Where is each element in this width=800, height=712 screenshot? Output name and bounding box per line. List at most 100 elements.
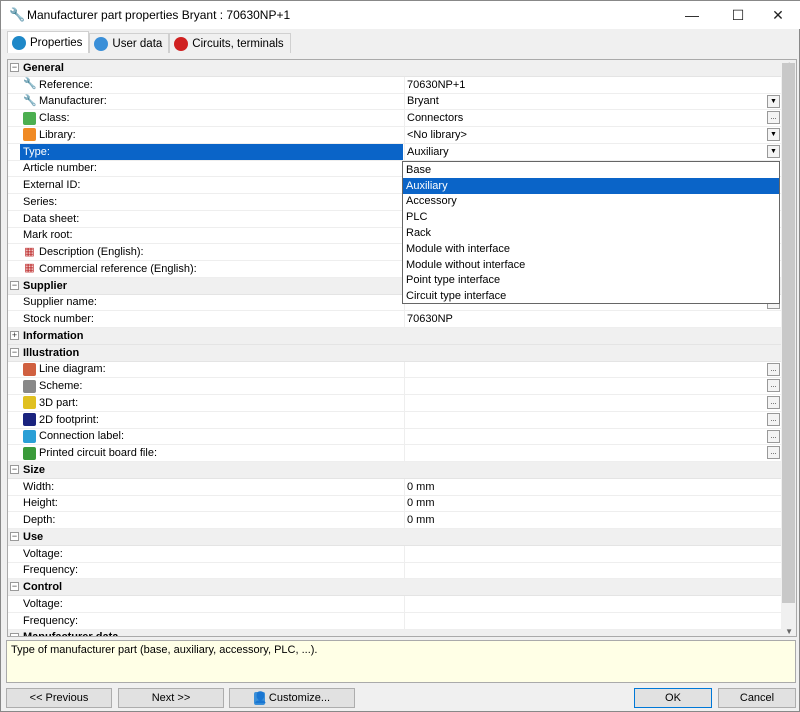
collapse-icon[interactable]: − (10, 582, 19, 592)
browse-button[interactable]: ... (767, 429, 780, 443)
property-row-depth[interactable]: Depth: 0 mm (8, 512, 781, 529)
dropdown-option[interactable]: Point type interface (403, 273, 779, 289)
property-row-2d-footprint[interactable]: 2D footprint:... (8, 411, 781, 429)
customize-button[interactable]: 👤 Customize... (229, 688, 355, 708)
us-flag-icon: ▦ (24, 245, 35, 258)
property-value[interactable]: 70630NP (404, 311, 781, 327)
cancel-button[interactable]: Cancel (718, 688, 796, 708)
dropdown-option[interactable]: Circuit type interface (403, 288, 779, 304)
dropdown-option[interactable]: Accessory (403, 194, 779, 210)
browse-button[interactable]: ... (767, 412, 780, 426)
scroll-down-icon[interactable]: ▼ (785, 627, 793, 636)
property-value[interactable]: Connectors... (404, 110, 781, 126)
property-value[interactable]: 0 mm (404, 512, 781, 528)
property-value[interactable]: ... (404, 411, 781, 428)
previous-button[interactable]: << Previous (6, 688, 112, 708)
section-information[interactable]: + Information (8, 328, 781, 345)
property-row-connection-label[interactable]: Connection label:... (8, 428, 781, 446)
dropdown-option[interactable]: Rack (403, 225, 779, 241)
property-row-frequency[interactable]: Frequency: (8, 612, 781, 630)
property-value[interactable]: ... (404, 445, 781, 461)
property-row-frequency[interactable]: Frequency: (8, 562, 781, 580)
section-control[interactable]: − Control (8, 579, 781, 596)
property-value[interactable] (404, 562, 781, 579)
section-size[interactable]: − Size (8, 462, 781, 479)
circuits-icon (174, 36, 189, 51)
property-value[interactable]: ... (404, 395, 781, 411)
property-row-library[interactable]: Library: <No library> ▼ (8, 127, 781, 144)
property-label: Size (20, 462, 403, 478)
property-value[interactable]: ... (404, 378, 781, 394)
property-row-width[interactable]: Width: 0 mm (8, 478, 781, 496)
property-row-voltage[interactable]: Voltage: (8, 545, 781, 563)
scrollbar-thumb[interactable] (782, 63, 795, 603)
property-value[interactable]: 0 mm (404, 478, 781, 495)
section-use[interactable]: − Use (8, 529, 781, 546)
expand-icon[interactable]: + (10, 331, 19, 340)
property-row-3d-part[interactable]: 3D part:... (8, 395, 781, 412)
browse-button[interactable]: ... (767, 111, 780, 125)
collapse-icon[interactable]: − (10, 532, 19, 541)
property-row-type[interactable]: Type: Auxiliary ▼ (8, 143, 781, 161)
close-button[interactable]: ✕ (755, 1, 800, 29)
description-text: Type of manufacturer part (base, auxilia… (11, 644, 318, 656)
browse-button[interactable]: ... (767, 396, 780, 409)
collapse-icon[interactable]: − (10, 347, 19, 357)
property-value[interactable] (404, 612, 781, 629)
property-row-stock-number[interactable]: Stock number: 70630NP (8, 311, 781, 328)
property-value[interactable]: Auxiliary ▼ (404, 143, 781, 160)
dropdown-arrow-icon[interactable]: ▼ (767, 94, 780, 108)
property-value[interactable]: 70630NP+1 (404, 76, 781, 93)
property-value[interactable]: ... (404, 361, 781, 378)
tab-properties[interactable]: Properties (7, 31, 90, 53)
property-value[interactable]: ... (404, 428, 781, 445)
tab-label: User data (112, 37, 163, 50)
label-text: 2D footprint: (39, 413, 99, 426)
window-title: Manufacturer part properties Bryant : 70… (27, 8, 291, 22)
section-general[interactable]: − General (8, 60, 781, 77)
dropdown-option[interactable]: Auxiliary (403, 177, 779, 194)
collapse-icon[interactable]: − (10, 280, 19, 290)
property-value[interactable]: Bryant ▼ (404, 93, 781, 110)
property-row-class[interactable]: Class: Connectors... (8, 110, 781, 127)
collapse-icon[interactable]: − (10, 632, 19, 636)
browse-button[interactable]: ... (767, 446, 780, 460)
dropdown-option[interactable]: PLC (403, 209, 779, 225)
browse-button[interactable]: ... (767, 362, 780, 376)
collapse-icon[interactable]: − (10, 63, 19, 72)
scrollbar[interactable]: ▲ ▼ (781, 60, 796, 636)
section-manufacturer-data[interactable]: −Manufacturer data (8, 629, 781, 636)
label-text: Manufacturer: (39, 95, 107, 108)
tab-circuits-terminals[interactable]: Circuits, terminals (169, 33, 291, 53)
property-label: Depth: (20, 512, 403, 528)
tab-bar: Properties User data Circuits, terminals (7, 31, 291, 53)
section-illustration[interactable]: − Illustration (8, 344, 781, 362)
dropdown-option[interactable]: Module with interface (403, 241, 779, 257)
property-row-manufacturer[interactable]: 🔧 Manufacturer: Bryant ▼ (8, 93, 781, 111)
ok-button[interactable]: OK (634, 688, 712, 708)
property-value[interactable] (404, 596, 781, 612)
next-button[interactable]: Next >> (118, 688, 224, 708)
property-row-height[interactable]: Height: 0 mm (8, 495, 781, 513)
label-text: Voltage: (23, 547, 63, 560)
tab-user-data[interactable]: User data (89, 33, 170, 53)
property-row-voltage[interactable]: Voltage: (8, 596, 781, 613)
property-row-printed-circuit-board-file[interactable]: Printed circuit board file:... (8, 445, 781, 462)
label-text: Supplier name: (23, 296, 97, 309)
collapse-icon[interactable]: − (10, 465, 19, 474)
property-row-line-diagram[interactable]: Line diagram:... (8, 361, 781, 379)
property-value[interactable]: <No library> ▼ (404, 127, 781, 143)
dropdown-arrow-icon[interactable]: ▼ (767, 128, 780, 141)
property-label: Frequency: (20, 563, 403, 579)
property-value[interactable]: 0 mm (404, 495, 781, 512)
property-value[interactable] (404, 545, 781, 562)
property-label: General (20, 60, 403, 76)
browse-button[interactable]: ... (767, 379, 780, 393)
property-label: Stock number: (20, 311, 403, 327)
minimize-button[interactable]: — (669, 1, 715, 29)
property-row-reference[interactable]: 🔧 Reference: 70630NP+1 (8, 76, 781, 94)
dropdown-option[interactable]: Module without interface (403, 257, 779, 273)
dropdown-option[interactable]: Base (403, 162, 779, 178)
property-row-scheme[interactable]: Scheme:... (8, 378, 781, 395)
dropdown-arrow-icon[interactable]: ▼ (767, 144, 780, 158)
